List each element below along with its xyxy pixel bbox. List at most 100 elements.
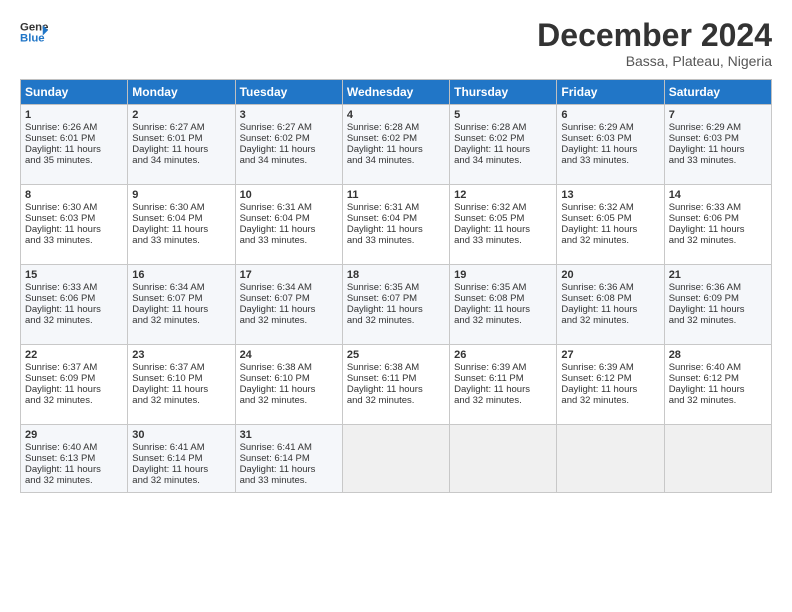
day-info-line: Daylight: 11 hours [347, 304, 445, 315]
day-info-line: Daylight: 11 hours [347, 224, 445, 235]
day-info-line: and 32 minutes. [132, 475, 230, 486]
calendar-cell: 31Sunrise: 6:41 AMSunset: 6:14 PMDayligh… [235, 425, 342, 493]
day-number: 1 [25, 109, 123, 121]
calendar-cell [342, 425, 449, 493]
day-info-line: and 32 minutes. [669, 315, 767, 326]
day-number: 9 [132, 189, 230, 201]
day-info-line: Sunset: 6:13 PM [25, 453, 123, 464]
day-info-line: and 33 minutes. [240, 235, 338, 246]
day-info-line: Sunrise: 6:36 AM [561, 282, 659, 293]
day-info-line: Sunset: 6:03 PM [669, 133, 767, 144]
calendar-cell: 8Sunrise: 6:30 AMSunset: 6:03 PMDaylight… [21, 185, 128, 265]
day-info-line: Daylight: 11 hours [347, 144, 445, 155]
day-number: 31 [240, 429, 338, 441]
calendar-cell: 19Sunrise: 6:35 AMSunset: 6:08 PMDayligh… [450, 265, 557, 345]
day-info-line: Daylight: 11 hours [561, 224, 659, 235]
day-info-line: and 33 minutes. [454, 235, 552, 246]
day-info-line: Sunrise: 6:28 AM [347, 122, 445, 133]
calendar-week-row: 22Sunrise: 6:37 AMSunset: 6:09 PMDayligh… [21, 345, 772, 425]
calendar-cell: 7Sunrise: 6:29 AMSunset: 6:03 PMDaylight… [664, 105, 771, 185]
day-info-line: Daylight: 11 hours [240, 464, 338, 475]
day-info-line: Sunset: 6:04 PM [132, 213, 230, 224]
calendar-cell: 26Sunrise: 6:39 AMSunset: 6:11 PMDayligh… [450, 345, 557, 425]
day-info-line: Daylight: 11 hours [669, 144, 767, 155]
day-info-line: Sunset: 6:02 PM [240, 133, 338, 144]
day-info-line: and 32 minutes. [561, 235, 659, 246]
day-number: 2 [132, 109, 230, 121]
calendar-cell [664, 425, 771, 493]
day-number: 7 [669, 109, 767, 121]
day-info-line: Sunset: 6:01 PM [25, 133, 123, 144]
logo: General Blue [20, 18, 48, 46]
day-info-line: Daylight: 11 hours [25, 384, 123, 395]
day-info-line: Sunrise: 6:27 AM [240, 122, 338, 133]
logo-icon: General Blue [20, 18, 48, 46]
day-info-line: Daylight: 11 hours [25, 464, 123, 475]
day-info-line: Sunset: 6:14 PM [132, 453, 230, 464]
calendar-cell: 11Sunrise: 6:31 AMSunset: 6:04 PMDayligh… [342, 185, 449, 265]
day-info-line: Daylight: 11 hours [669, 384, 767, 395]
day-number: 19 [454, 269, 552, 281]
day-info-line: Sunset: 6:11 PM [347, 373, 445, 384]
day-info-line: Sunrise: 6:29 AM [669, 122, 767, 133]
day-info-line: Sunset: 6:01 PM [132, 133, 230, 144]
day-info-line: Sunrise: 6:39 AM [454, 362, 552, 373]
day-info-line: Daylight: 11 hours [669, 304, 767, 315]
day-info-line: Sunset: 6:03 PM [561, 133, 659, 144]
calendar-week-row: 8Sunrise: 6:30 AMSunset: 6:03 PMDaylight… [21, 185, 772, 265]
day-number: 11 [347, 189, 445, 201]
day-header-saturday: Saturday [664, 80, 771, 105]
calendar-week-row: 1Sunrise: 6:26 AMSunset: 6:01 PMDaylight… [21, 105, 772, 185]
day-info-line: Sunset: 6:12 PM [561, 373, 659, 384]
calendar-cell: 22Sunrise: 6:37 AMSunset: 6:09 PMDayligh… [21, 345, 128, 425]
day-info-line: and 32 minutes. [454, 395, 552, 406]
day-info-line: and 32 minutes. [347, 395, 445, 406]
day-info-line: and 33 minutes. [25, 235, 123, 246]
day-info-line: Sunrise: 6:29 AM [561, 122, 659, 133]
day-info-line: Daylight: 11 hours [454, 384, 552, 395]
day-info-line: Sunrise: 6:41 AM [240, 442, 338, 453]
calendar-cell: 10Sunrise: 6:31 AMSunset: 6:04 PMDayligh… [235, 185, 342, 265]
day-info-line: Sunrise: 6:31 AM [347, 202, 445, 213]
calendar-cell [450, 425, 557, 493]
calendar-cell: 21Sunrise: 6:36 AMSunset: 6:09 PMDayligh… [664, 265, 771, 345]
day-info-line: and 32 minutes. [561, 395, 659, 406]
calendar-header-row: SundayMondayTuesdayWednesdayThursdayFrid… [21, 80, 772, 105]
calendar-cell: 29Sunrise: 6:40 AMSunset: 6:13 PMDayligh… [21, 425, 128, 493]
day-info-line: and 33 minutes. [347, 235, 445, 246]
day-info-line: Daylight: 11 hours [240, 304, 338, 315]
day-info-line: Sunset: 6:14 PM [240, 453, 338, 464]
calendar-cell: 25Sunrise: 6:38 AMSunset: 6:11 PMDayligh… [342, 345, 449, 425]
calendar-page: General Blue December 2024 Bassa, Platea… [0, 0, 792, 612]
day-info-line: Sunset: 6:09 PM [669, 293, 767, 304]
day-info-line: and 32 minutes. [240, 315, 338, 326]
calendar-cell: 3Sunrise: 6:27 AMSunset: 6:02 PMDaylight… [235, 105, 342, 185]
day-number: 16 [132, 269, 230, 281]
day-info-line: Sunset: 6:05 PM [454, 213, 552, 224]
day-info-line: Sunrise: 6:41 AM [132, 442, 230, 453]
day-info-line: Sunset: 6:06 PM [669, 213, 767, 224]
day-info-line: and 33 minutes. [561, 155, 659, 166]
calendar-cell: 27Sunrise: 6:39 AMSunset: 6:12 PMDayligh… [557, 345, 664, 425]
day-info-line: and 32 minutes. [132, 395, 230, 406]
header: General Blue December 2024 Bassa, Platea… [20, 18, 772, 69]
day-number: 3 [240, 109, 338, 121]
day-info-line: Sunrise: 6:39 AM [561, 362, 659, 373]
day-number: 29 [25, 429, 123, 441]
day-info-line: Sunrise: 6:31 AM [240, 202, 338, 213]
day-number: 27 [561, 349, 659, 361]
day-info-line: and 34 minutes. [347, 155, 445, 166]
day-info-line: Sunrise: 6:36 AM [669, 282, 767, 293]
day-info-line: and 32 minutes. [240, 395, 338, 406]
day-info-line: Daylight: 11 hours [669, 224, 767, 235]
calendar-cell: 24Sunrise: 6:38 AMSunset: 6:10 PMDayligh… [235, 345, 342, 425]
day-info-line: Sunset: 6:07 PM [132, 293, 230, 304]
day-info-line: Sunset: 6:04 PM [347, 213, 445, 224]
day-info-line: Sunset: 6:11 PM [454, 373, 552, 384]
day-number: 4 [347, 109, 445, 121]
day-info-line: Sunrise: 6:35 AM [347, 282, 445, 293]
day-info-line: Sunset: 6:10 PM [132, 373, 230, 384]
day-info-line: Daylight: 11 hours [454, 144, 552, 155]
day-info-line: Sunrise: 6:32 AM [454, 202, 552, 213]
day-info-line: Sunrise: 6:28 AM [454, 122, 552, 133]
